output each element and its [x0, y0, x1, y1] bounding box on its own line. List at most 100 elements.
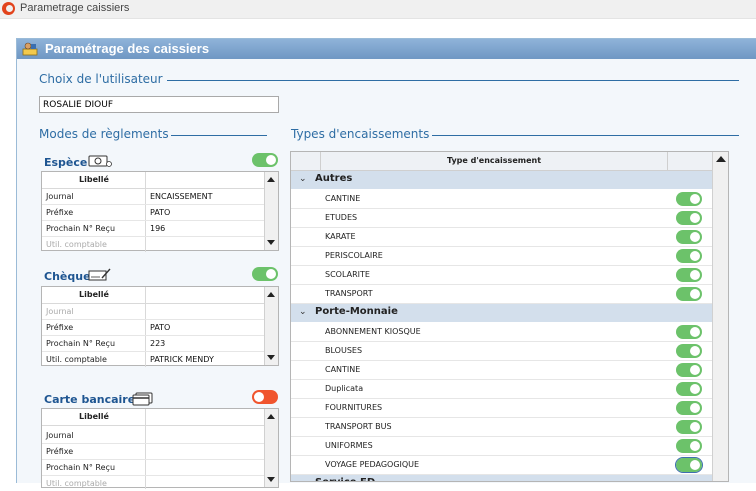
grid-header-value	[146, 287, 264, 303]
type-toggle[interactable]	[676, 401, 702, 415]
window-titlebar: Parametrage caissiers	[0, 0, 756, 19]
row-label: ABONNEMENT KIOSQUE	[325, 327, 421, 336]
table-row[interactable]: KARATE	[291, 228, 714, 247]
table-row[interactable]: CANTINE	[291, 361, 714, 380]
toggle-knob	[690, 270, 700, 280]
chevron-down-icon[interactable]: ⌄	[299, 307, 307, 317]
row-label: Journal	[46, 192, 74, 201]
grid-header-label: Libellé	[79, 412, 109, 421]
type-toggle[interactable]	[676, 420, 702, 434]
table-row[interactable]: Préfixe	[42, 444, 264, 460]
table-row[interactable]: SCOLARITE	[291, 266, 714, 285]
table-row[interactable]: Prochain N° Reçu 196	[42, 221, 264, 237]
type-toggle[interactable]	[676, 249, 702, 263]
user-select-field[interactable]	[39, 96, 279, 113]
row-label: VOYAGE PEDAGOGIQUE	[325, 460, 420, 469]
table-row[interactable]: Util. comptable PATRICK MENDY	[42, 352, 264, 367]
mode-label-carte-bancaire: Carte bancaire	[44, 393, 136, 406]
table-row[interactable]: Journal ENCAISSEMENT	[42, 189, 264, 205]
table-row[interactable]: PERISCOLAIRE	[291, 247, 714, 266]
grid-scrollbar[interactable]	[264, 287, 278, 365]
types-section-title: Types d'encaissements	[291, 127, 430, 141]
types-grid-header: Type d'encaissement	[291, 152, 714, 171]
table-row[interactable]: FOURNITURES	[291, 399, 714, 418]
table-row[interactable]: BLOUSES	[291, 342, 714, 361]
chevron-down-icon[interactable]: ⌄	[299, 174, 307, 184]
encaissement-types-grid: Type d'encaissement ⌄ Autres CANTINE ETUDES…	[290, 151, 729, 482]
table-row[interactable]: Util. comptable	[42, 237, 264, 252]
grid-header: Libellé	[42, 172, 264, 189]
toggle-knob	[690, 251, 700, 261]
type-toggle[interactable]	[676, 287, 702, 301]
type-toggle[interactable]	[676, 439, 702, 453]
grid-header-label: Libellé	[79, 175, 109, 184]
group-header-row[interactable]: ⌄ Porte-Monnaie	[291, 304, 714, 322]
mode-label-espece: Espèce	[44, 156, 88, 169]
toggle-knob	[690, 403, 700, 413]
toggle-knob	[690, 422, 700, 432]
toggle-knob	[690, 232, 700, 242]
table-row[interactable]: VOYAGE PEDAGOGIQUE	[291, 456, 714, 475]
grid-scrollbar[interactable]	[264, 409, 278, 487]
table-row[interactable]: UNIFORMES	[291, 437, 714, 456]
table-row[interactable]: ETUDES	[291, 209, 714, 228]
types-grid-scrollbar[interactable]	[712, 152, 728, 481]
type-toggle[interactable]	[676, 344, 702, 358]
table-row[interactable]: Préfixe PATO	[42, 320, 264, 336]
toggle-knob	[690, 289, 700, 299]
panel-title: Paramétrage des caissiers	[45, 41, 210, 56]
scroll-up-arrow-icon[interactable]	[267, 414, 275, 419]
row-label: Prochain N° Reçu	[46, 463, 116, 472]
mode-toggle-cheque[interactable]	[252, 267, 278, 281]
types-section-divider	[432, 135, 739, 136]
type-toggle[interactable]	[676, 363, 702, 377]
type-toggle[interactable]	[676, 325, 702, 339]
row-label: FOURNITURES	[325, 403, 383, 412]
row-label: UNIFORMES	[325, 441, 373, 450]
grid-header: Libellé	[42, 409, 264, 426]
toggle-knob	[690, 346, 700, 356]
chevron-down-icon[interactable]: ⌄	[299, 478, 307, 481]
table-row[interactable]: Journal	[42, 304, 264, 320]
scroll-down-arrow-icon[interactable]	[267, 240, 275, 245]
type-toggle[interactable]	[676, 230, 702, 244]
table-row[interactable]: TRANSPORT	[291, 285, 714, 304]
type-toggle[interactable]	[676, 382, 702, 396]
type-toggle[interactable]	[675, 457, 703, 473]
scroll-up-arrow-icon[interactable]	[267, 177, 275, 182]
toggle-knob	[690, 460, 700, 470]
mode-toggle-carte-bancaire[interactable]	[252, 390, 278, 404]
scroll-up-arrow-icon[interactable]	[716, 156, 726, 162]
scroll-up-arrow-icon[interactable]	[267, 292, 275, 297]
row-value: 223	[150, 339, 166, 348]
group-header-row[interactable]: ⌄ Service ED	[291, 475, 714, 481]
mode-toggle-espece[interactable]	[252, 153, 278, 167]
grid-header-value	[146, 172, 264, 188]
table-row[interactable]: Prochain N° Reçu	[42, 460, 264, 476]
group-header-row[interactable]: ⌄ Autres	[291, 171, 714, 189]
grid-header: Libellé	[42, 287, 264, 304]
type-toggle[interactable]	[676, 192, 702, 206]
row-label: PERISCOLAIRE	[325, 251, 383, 260]
row-label: BLOUSES	[325, 346, 363, 355]
scroll-down-arrow-icon[interactable]	[267, 477, 275, 482]
grid-scrollbar[interactable]	[264, 172, 278, 250]
row-label: SCOLARITE	[325, 270, 370, 279]
type-toggle[interactable]	[676, 211, 702, 225]
header-expand-column	[291, 152, 321, 170]
table-row[interactable]: Journal	[42, 428, 264, 444]
row-label: TRANSPORT	[325, 289, 373, 298]
table-row[interactable]: Util. comptable	[42, 476, 264, 491]
type-toggle[interactable]	[676, 268, 702, 282]
table-row[interactable]: ABONNEMENT KIOSQUE	[291, 323, 714, 342]
row-label: Préfixe	[46, 208, 74, 217]
table-row[interactable]: TRANSPORT BUS	[291, 418, 714, 437]
row-label: ETUDES	[325, 213, 358, 222]
table-row[interactable]: CANTINE	[291, 190, 714, 209]
modes-section-divider	[171, 135, 267, 136]
table-row[interactable]: Préfixe PATO	[42, 205, 264, 221]
scroll-down-arrow-icon[interactable]	[267, 355, 275, 360]
table-row[interactable]: Prochain N° Reçu 223	[42, 336, 264, 352]
table-row[interactable]: Duplicata	[291, 380, 714, 399]
row-value: ENCAISSEMENT	[150, 192, 213, 201]
